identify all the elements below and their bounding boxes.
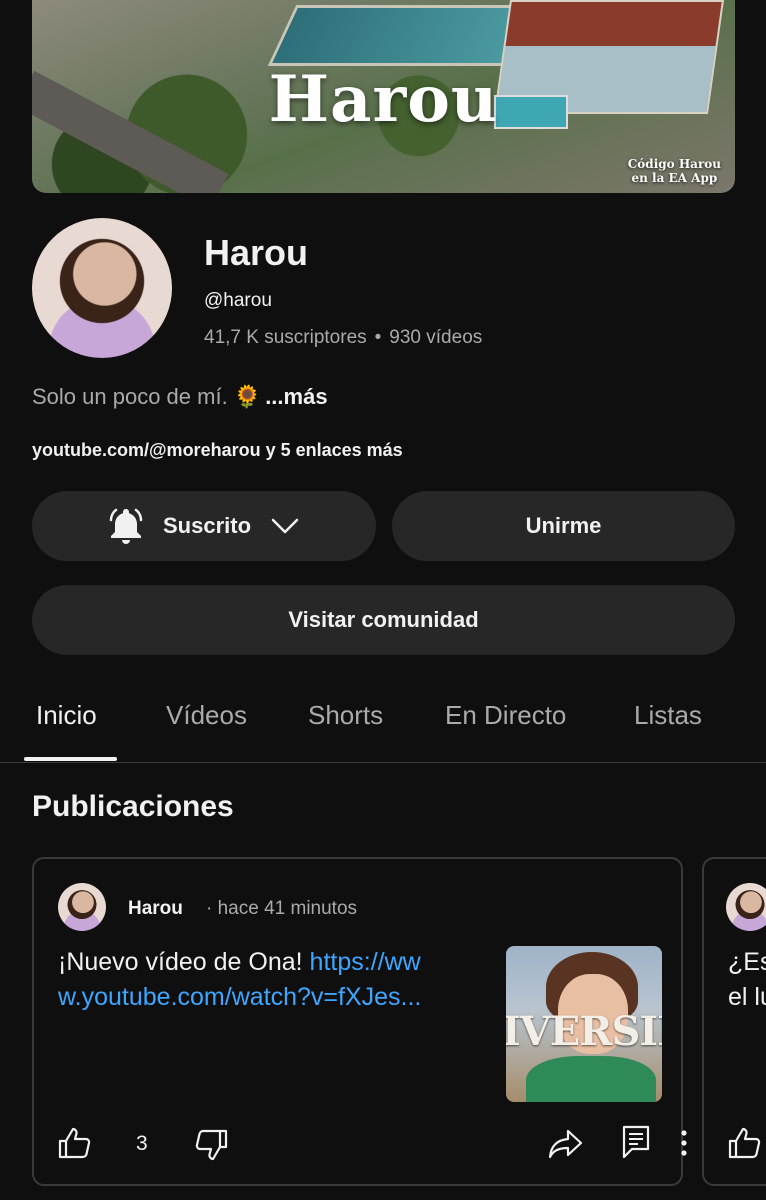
tab-videos[interactable]: Vídeos xyxy=(166,700,247,731)
subscribed-button[interactable]: Suscrito xyxy=(32,491,376,561)
subscribed-label: Suscrito xyxy=(162,513,252,538)
post-author-avatar[interactable] xyxy=(58,883,106,931)
comment-icon[interactable] xyxy=(622,1125,650,1159)
chevron-down-icon xyxy=(271,517,299,535)
post-body: ¡Nuevo vídeo de Ona! xyxy=(58,948,310,976)
channel-stats: 41,7 K suscriptores • 930 vídeos xyxy=(204,327,482,349)
banner-promo: Código Harou en la EA App xyxy=(628,157,721,185)
post-author-avatar[interactable] xyxy=(726,883,766,931)
post-card-next[interactable]: ¿Es el lu xyxy=(702,857,766,1186)
tab-en-directo[interactable]: En Directo xyxy=(445,700,566,731)
post-text-preview: ¿Es el lu xyxy=(728,945,766,1015)
banner-promo-line2: en la EA App xyxy=(631,171,718,185)
subscriber-count: 41,7 K suscriptores xyxy=(204,327,367,348)
description-text: Solo un poco de mí. 🌻 xyxy=(32,384,262,409)
post-text: ¡Nuevo vídeo de Ona! https://www.youtube… xyxy=(58,945,438,1015)
post-text-line2: el lu xyxy=(728,983,766,1011)
channel-handle: @harou xyxy=(204,290,272,311)
post-card[interactable]: Harou · hace 41 minutos ¡Nuevo vídeo de … xyxy=(32,857,687,1186)
bell-icon xyxy=(109,506,143,546)
banner-title: Harou xyxy=(268,62,499,137)
channel-avatar[interactable] xyxy=(32,218,172,358)
stats-separator: • xyxy=(374,327,382,348)
visit-community-button[interactable]: Visitar comunidad xyxy=(32,585,735,655)
section-title: Publicaciones xyxy=(32,790,234,823)
banner-promo-line1: Código Harou xyxy=(627,157,721,171)
thumbnail-word: IVERSID xyxy=(506,1008,662,1055)
thumbs-down-icon[interactable] xyxy=(194,1129,228,1161)
post-text-line1: ¿Es xyxy=(728,948,766,976)
channel-description[interactable]: Solo un poco de mí. 🌻 ...más xyxy=(32,384,328,410)
more-vertical-icon[interactable] xyxy=(680,1129,688,1157)
tab-listas[interactable]: Listas xyxy=(634,700,702,731)
channel-name: Harou xyxy=(204,232,309,273)
share-icon[interactable] xyxy=(548,1127,584,1159)
channel-banner: Harou Código Harou en la EA App xyxy=(32,0,735,193)
channel-tabs: Inicio Vídeos Shorts En Directo Listas xyxy=(0,680,766,763)
like-count: 3 xyxy=(136,1132,148,1155)
post-time: · hace 41 minutos xyxy=(206,898,358,919)
active-tab-indicator xyxy=(24,757,117,761)
join-button[interactable]: Unirme xyxy=(392,491,735,561)
thumbs-up-icon[interactable] xyxy=(728,1127,762,1159)
description-more-link[interactable]: ...más xyxy=(265,384,327,409)
video-count: 930 vídeos xyxy=(389,327,483,348)
thumbs-up-icon[interactable] xyxy=(58,1127,92,1159)
tab-inicio[interactable]: Inicio xyxy=(36,700,97,731)
thumbnail-sweater xyxy=(526,1056,656,1102)
tab-shorts[interactable]: Shorts xyxy=(308,700,383,731)
channel-links[interactable]: youtube.com/@moreharou y 5 enlaces más xyxy=(32,440,403,461)
post-author[interactable]: Harou xyxy=(128,898,183,920)
post-actions: 3 xyxy=(58,1125,687,1165)
post-thumbnail[interactable]: IVERSID xyxy=(506,946,662,1102)
